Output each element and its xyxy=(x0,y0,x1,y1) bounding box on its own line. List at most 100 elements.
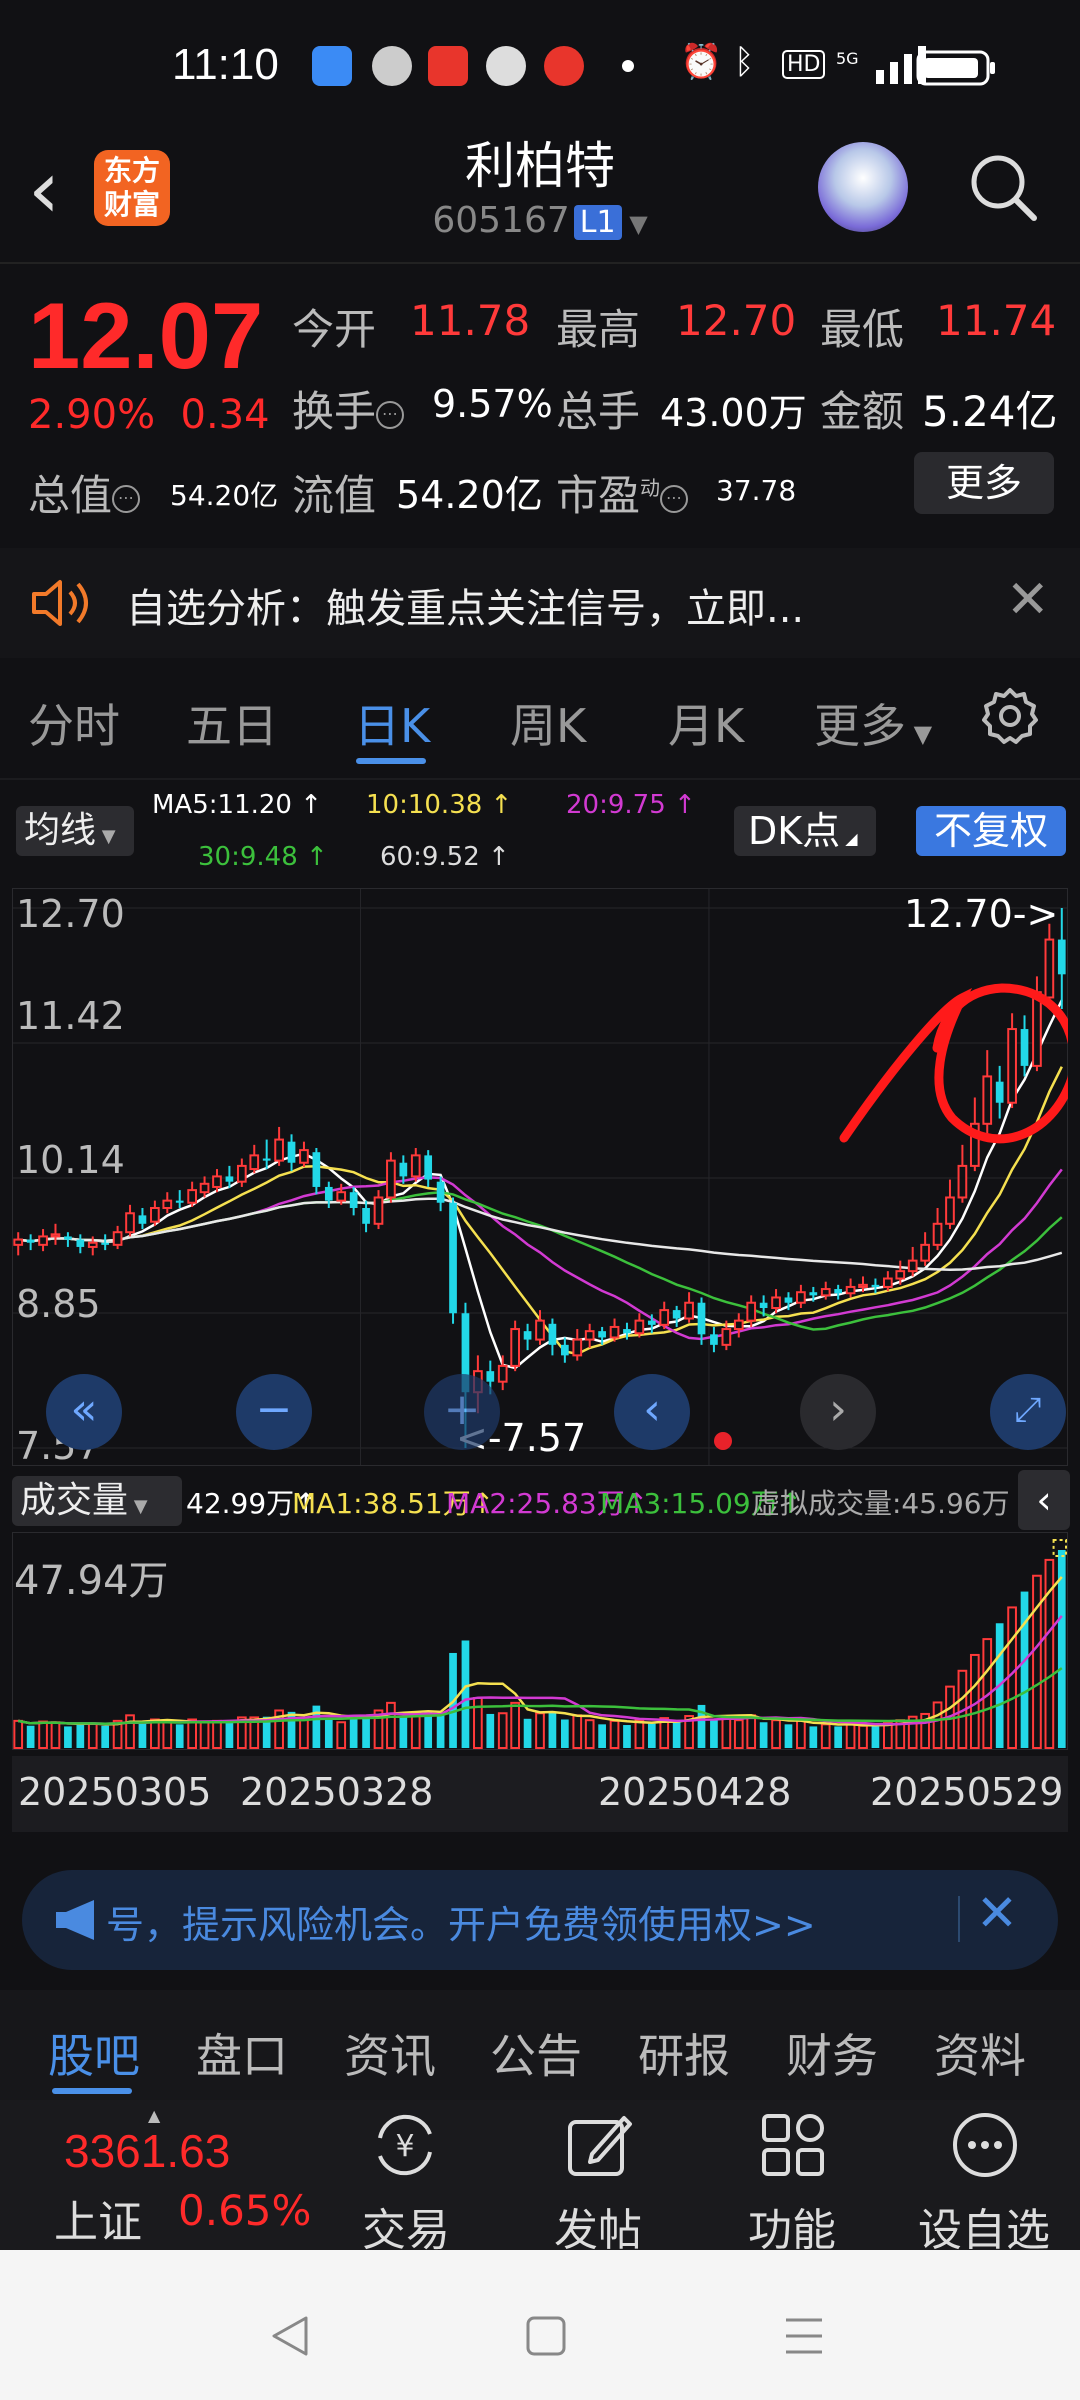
market-cap-label[interactable]: 总值 ⋯ xyxy=(28,462,141,523)
prev-icon[interactable]: ‹ xyxy=(614,1374,690,1450)
promo-text[interactable]: 号，提示风险机会。开户免费领使用权>> xyxy=(106,1894,816,1949)
search-icon[interactable] xyxy=(966,150,1040,224)
volume-bar xyxy=(572,1714,583,1749)
fullscreen-icon[interactable]: ⤢ xyxy=(990,1374,1066,1450)
volume-bar xyxy=(535,1712,545,1750)
candlestick-chart[interactable] xyxy=(12,888,1068,1466)
tab-intraday[interactable]: 分时 xyxy=(28,690,120,756)
index-value[interactable]: 3361.63 xyxy=(64,2124,230,2178)
stock-code-selector[interactable]: 605167 L1 ▼ xyxy=(0,200,1080,241)
candle-body xyxy=(199,1182,210,1194)
ma10-value: 10:10.38 ↑ xyxy=(366,790,513,820)
volume-bar xyxy=(548,1711,557,1748)
trade-button[interactable]: 交易 xyxy=(326,2194,486,2258)
nav-menu-icon[interactable] xyxy=(782,2314,826,2358)
zoom-in-icon[interactable]: + xyxy=(424,1374,500,1450)
ma-selector[interactable]: 均线 ▼ xyxy=(16,806,134,856)
info-icon[interactable]: ⋯ xyxy=(660,484,689,513)
candle-body xyxy=(399,1162,408,1177)
volume-bar xyxy=(672,1722,681,1748)
tab-profile[interactable]: 资料 xyxy=(934,2020,1026,2086)
tab-weekly-k[interactable]: 周K xyxy=(510,690,586,756)
volume-ma1-text: MA1:38.51万 xyxy=(292,1487,471,1520)
ma-selector-label: 均线 xyxy=(24,810,97,851)
tab-forum[interactable]: 股吧 xyxy=(48,2020,140,2086)
tab-announcements[interactable]: 公告 xyxy=(490,2020,582,2086)
virtual-volume: 虚拟成交量:45.96万 xyxy=(752,1487,1010,1520)
ma10-text: 10:10.38 xyxy=(366,790,483,820)
next-icon[interactable]: › xyxy=(800,1374,876,1450)
volume-bar xyxy=(733,1719,744,1749)
candle-body xyxy=(112,1231,123,1246)
volume-bar xyxy=(101,1725,110,1748)
adjust-toggle-button[interactable]: 不复权 xyxy=(916,806,1066,856)
notification-icon xyxy=(372,46,412,86)
info-icon[interactable]: ⋯ xyxy=(112,484,141,513)
add-watchlist-button[interactable]: 设自选 xyxy=(904,2194,1064,2258)
functions-button[interactable]: 功能 xyxy=(712,2194,872,2258)
date-label: 20250305 xyxy=(18,1770,212,1814)
ai-assistant-avatar[interactable] xyxy=(818,142,908,232)
rewind-icon[interactable]: « xyxy=(46,1374,122,1450)
candle-body xyxy=(362,1208,370,1224)
volume-bar xyxy=(486,1713,495,1748)
indicator-selector[interactable]: 成交量 ▼ xyxy=(12,1476,182,1526)
candle-body xyxy=(64,1236,72,1240)
volume-bar xyxy=(710,1719,718,1748)
volume-bar xyxy=(349,1717,358,1748)
open-value: 11.78 xyxy=(410,296,531,345)
index-name[interactable]: 上证 xyxy=(54,2186,142,2250)
index-change[interactable]: 0.65% xyxy=(178,2186,311,2235)
info-icon[interactable]: ⋯ xyxy=(376,400,405,429)
yen-refresh-icon[interactable]: ¥ xyxy=(368,2108,442,2182)
gear-icon[interactable] xyxy=(980,686,1040,746)
grid-icon[interactable] xyxy=(756,2108,830,2182)
close-icon[interactable]: ✕ xyxy=(976,1884,1018,1942)
more-button[interactable]: 更多 xyxy=(914,452,1054,514)
candle-body xyxy=(548,1323,557,1345)
pe-label[interactable]: 市盈动 ⋯ xyxy=(556,462,689,523)
candle-body xyxy=(834,1289,843,1294)
close-icon[interactable]: ✕ xyxy=(1006,570,1050,630)
candle-body xyxy=(907,1259,918,1273)
tab-monthly-k[interactable]: 月K xyxy=(668,690,744,756)
tab-financials[interactable]: 财务 xyxy=(786,2020,878,2086)
post-button[interactable]: 发帖 xyxy=(518,2194,678,2258)
edit-icon[interactable] xyxy=(562,2108,636,2182)
divider xyxy=(0,262,1080,264)
candle-body xyxy=(598,1331,606,1338)
turnover-label[interactable]: 换手 ⋯ xyxy=(292,378,405,439)
volume-bar xyxy=(834,1726,843,1748)
volume-bar xyxy=(299,1718,309,1750)
volume-bar xyxy=(424,1711,433,1748)
more-circle-icon[interactable] xyxy=(948,2108,1022,2182)
volume-bar xyxy=(212,1719,222,1749)
candle-body xyxy=(796,1291,806,1304)
nav-home-icon[interactable] xyxy=(524,2314,568,2358)
date-label: 20250428 xyxy=(598,1770,792,1814)
candle-body xyxy=(287,1141,296,1163)
tab-news[interactable]: 资讯 xyxy=(344,2020,436,2086)
tab-five-day[interactable]: 五日 xyxy=(186,690,278,756)
candle-body xyxy=(150,1207,160,1223)
candle-body xyxy=(634,1319,645,1335)
alert-text[interactable]: 自选分析：触发重点关注信号，立即... xyxy=(126,576,804,634)
tab-research[interactable]: 研报 xyxy=(638,2020,730,2086)
open-label: 今开 xyxy=(292,305,377,354)
candle-body xyxy=(1020,1029,1029,1066)
candle-body xyxy=(125,1212,135,1234)
dk-point-button[interactable]: DK点 ◢ xyxy=(734,806,876,856)
tab-more[interactable]: 更多 ▼ xyxy=(814,690,932,756)
collapse-left-icon[interactable]: ‹ xyxy=(1018,1470,1070,1530)
volume-bar xyxy=(125,1714,135,1749)
amount-label: 金额 xyxy=(820,387,905,436)
tab-order-book[interactable]: 盘口 xyxy=(196,2020,288,2086)
volume-bar xyxy=(76,1723,85,1748)
ma30-value: 30:9.48 ↑ xyxy=(198,842,328,872)
volume-bar xyxy=(584,1719,595,1749)
nav-back-icon[interactable] xyxy=(268,2314,312,2358)
tab-daily-k[interactable]: 日K xyxy=(354,690,430,756)
zoom-out-icon[interactable]: − xyxy=(236,1374,312,1450)
date-label: 20250328 xyxy=(240,1770,434,1814)
candle-body xyxy=(609,1325,620,1339)
